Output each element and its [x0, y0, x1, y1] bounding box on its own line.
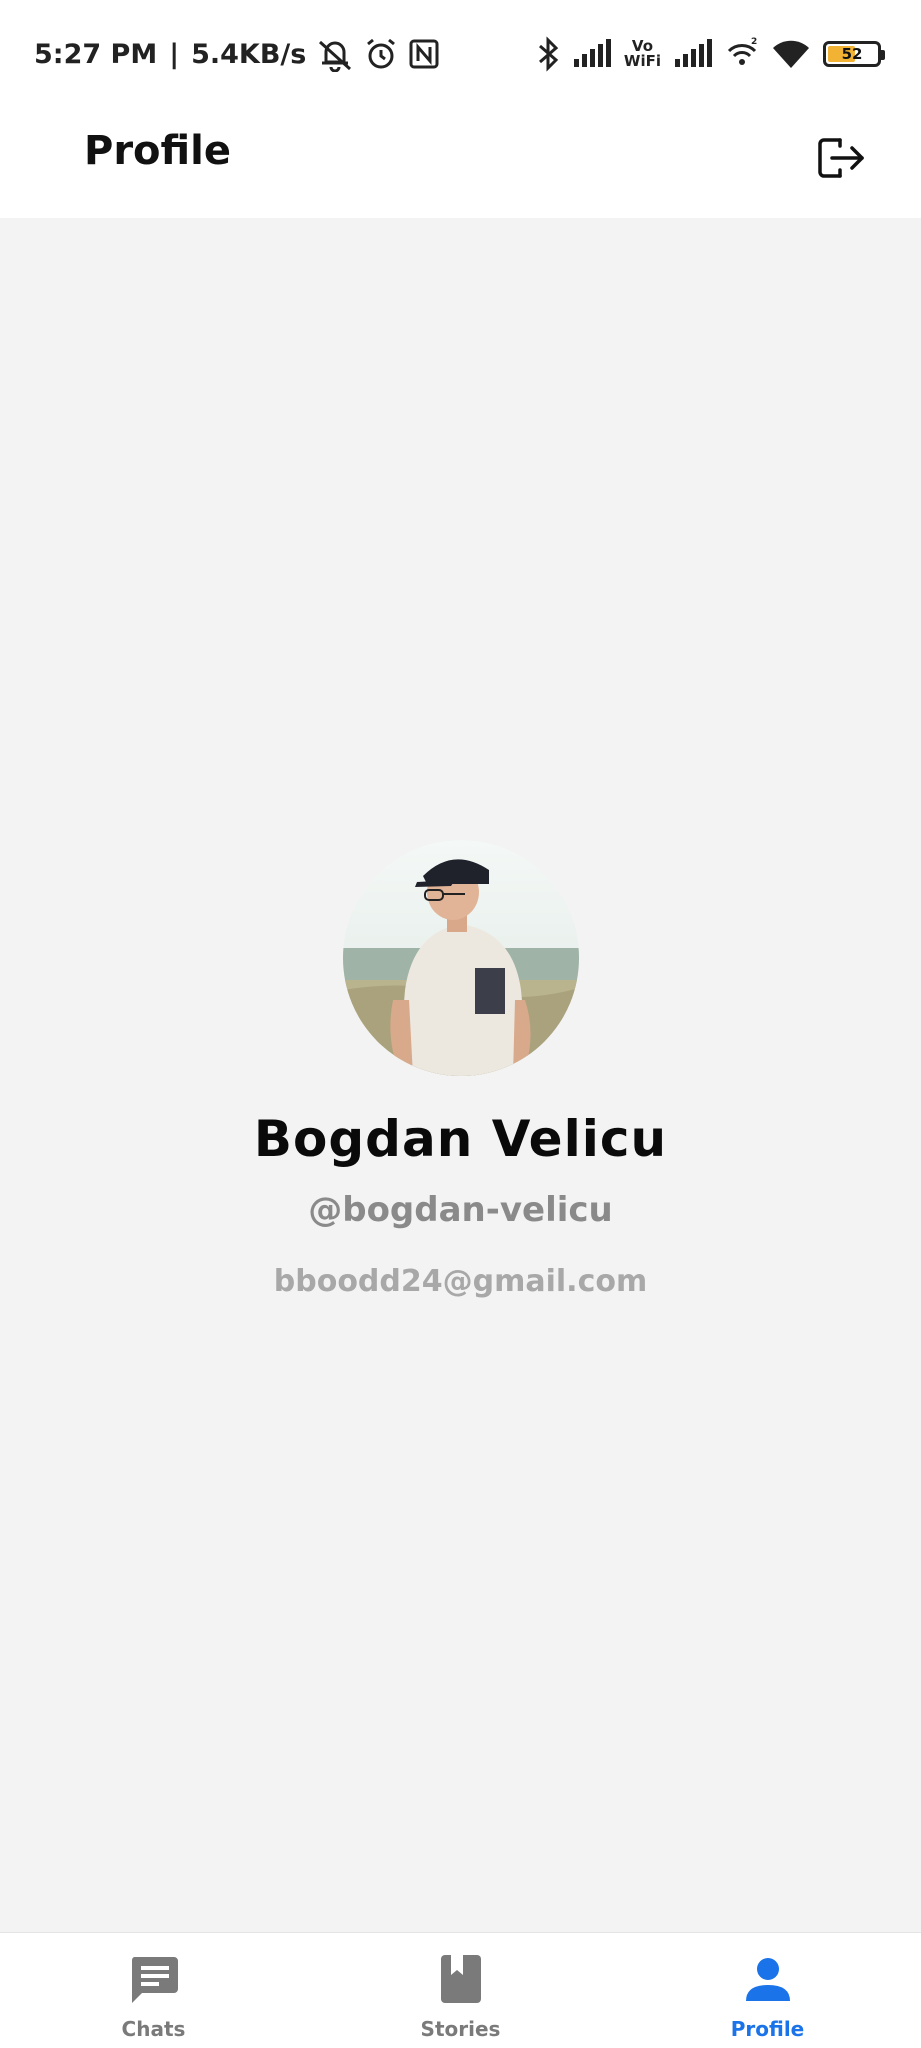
- nav-item-stories[interactable]: Stories: [307, 1933, 614, 2048]
- person-icon: [744, 1951, 792, 2007]
- svg-text:2: 2: [751, 37, 757, 47]
- nav-item-chats[interactable]: Chats: [0, 1933, 307, 2048]
- vowifi-bottom: WiFi: [623, 52, 661, 70]
- alarm-icon: [364, 37, 398, 71]
- status-separator: |: [169, 38, 180, 70]
- vowifi-indicator: Vo WiFi: [624, 39, 661, 69]
- nav-item-profile[interactable]: Profile: [614, 1933, 921, 2048]
- wifi-hotspot-icon: 2: [725, 37, 759, 71]
- nav-label-profile: Profile: [730, 2017, 805, 2041]
- username: @bogdan-velicu: [308, 1190, 613, 1230]
- nav-label-chats: Chats: [121, 2017, 186, 2041]
- wifi-icon: [771, 38, 811, 70]
- nfc-icon: [408, 38, 440, 70]
- bell-muted-icon: [316, 36, 354, 72]
- status-left: 5:27 PM | 5.4KB/s: [34, 34, 440, 74]
- network-speed: 5.4KB/s: [191, 38, 307, 70]
- page-title: Profile: [84, 128, 232, 174]
- nav-label-stories: Stories: [420, 2017, 501, 2041]
- status-time: 5:27 PM: [34, 38, 158, 70]
- signal-icon-2: [673, 39, 713, 69]
- status-bar: 5:27 PM | 5.4KB/s Vo WiFi 2 52: [0, 0, 921, 110]
- status-right: Vo WiFi 2 52: [536, 34, 885, 74]
- battery-level: 52: [841, 45, 863, 63]
- display-name: Bogdan Velicu: [253, 1110, 668, 1168]
- app-header: Profile: [0, 110, 921, 218]
- logout-icon: [818, 138, 864, 178]
- logout-button[interactable]: [813, 130, 869, 186]
- chat-icon: [128, 1951, 180, 2007]
- profile-section: Bogdan Velicu @bogdan-velicu bboodd24@gm…: [0, 840, 921, 1299]
- signal-icon: [572, 39, 612, 69]
- battery-icon: 52: [823, 41, 885, 67]
- bottom-nav: Chats Stories Profile: [0, 1932, 921, 2048]
- book-icon: [439, 1951, 483, 2007]
- email: bboodd24@gmail.com: [273, 1264, 648, 1299]
- bluetooth-icon: [536, 36, 560, 72]
- avatar[interactable]: [342, 840, 579, 1076]
